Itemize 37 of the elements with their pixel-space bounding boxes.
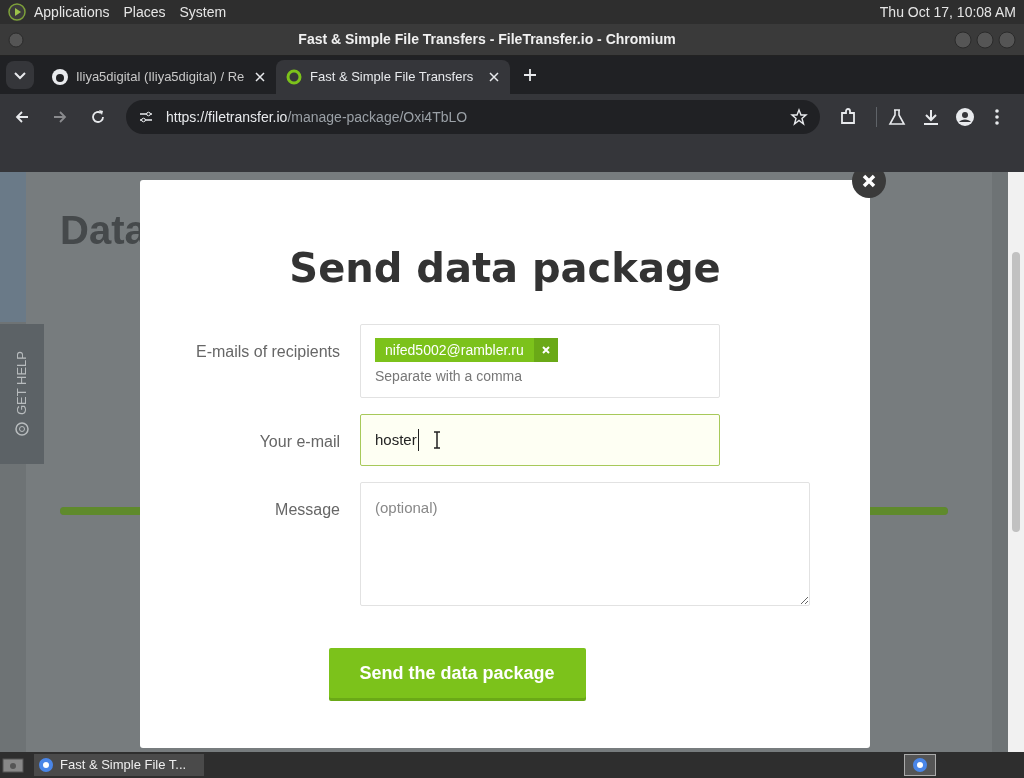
remove-icon[interactable] <box>533 338 558 362</box>
field-label: Your e-mail <box>258 432 341 452</box>
hint-text: Separate with a comma <box>375 367 524 386</box>
globe-icon[interactable] <box>38 757 54 773</box>
scrollbar-thumb[interactable] <box>1012 252 1020 532</box>
site-settings-icon[interactable] <box>138 109 154 125</box>
scrollbar[interactable] <box>1008 172 1024 752</box>
message-field[interactable]: (optional) <box>360 482 810 606</box>
taskbar-button[interactable]: Fast & Simple File T... <box>34 754 204 776</box>
address-field[interactable]: https://filetransfer.io/manage-package/Oxi4TbLO <box>126 100 820 134</box>
panel-menu[interactable]: Places <box>123 1 166 23</box>
field-label: Message <box>274 500 341 520</box>
puzzle-icon[interactable] <box>838 107 858 127</box>
profile-icon[interactable] <box>955 107 975 127</box>
lifebuoy-icon[interactable] <box>14 421 30 438</box>
recipients-field[interactable]: nifed5002@rambler.ru Separate with a comma <box>360 324 720 398</box>
flask-icon[interactable] <box>887 107 907 127</box>
browser-tab[interactable]: Iliya5digital (Iliya5digital) / Re <box>42 60 276 94</box>
panel-menu[interactable]: Applications <box>34 1 110 23</box>
clock: Thu Oct 17, 10:08 AM <box>879 2 1016 22</box>
email-field[interactable]: hoster <box>360 414 720 466</box>
download-icon[interactable] <box>921 107 941 127</box>
text-cursor-icon[interactable] <box>432 431 441 449</box>
field-label: E-mails of recipients <box>194 342 341 362</box>
url-text: https://filetransfer.io/manage-package/Oxi4TbLO <box>166 107 469 127</box>
star-icon[interactable] <box>790 108 808 126</box>
email-tag: nifed5002@rambler.ru <box>375 338 558 362</box>
ring-icon[interactable] <box>286 69 302 85</box>
browser-tab[interactable]: Fast & Simple File Transfers <box>276 60 510 94</box>
dialog-title: Send data package <box>289 244 721 293</box>
panel-menu[interactable]: System <box>179 1 227 23</box>
menu-icon[interactable] <box>993 107 1001 127</box>
desktop-icon[interactable] <box>2 756 24 774</box>
app-menu-icon[interactable] <box>8 3 26 21</box>
tab-list-icon[interactable] <box>6 61 34 89</box>
tray-browser-icon[interactable] <box>904 754 936 776</box>
window-title: Fast & Simple File Transfers - FileTransfer.io - Chromium <box>297 30 677 49</box>
